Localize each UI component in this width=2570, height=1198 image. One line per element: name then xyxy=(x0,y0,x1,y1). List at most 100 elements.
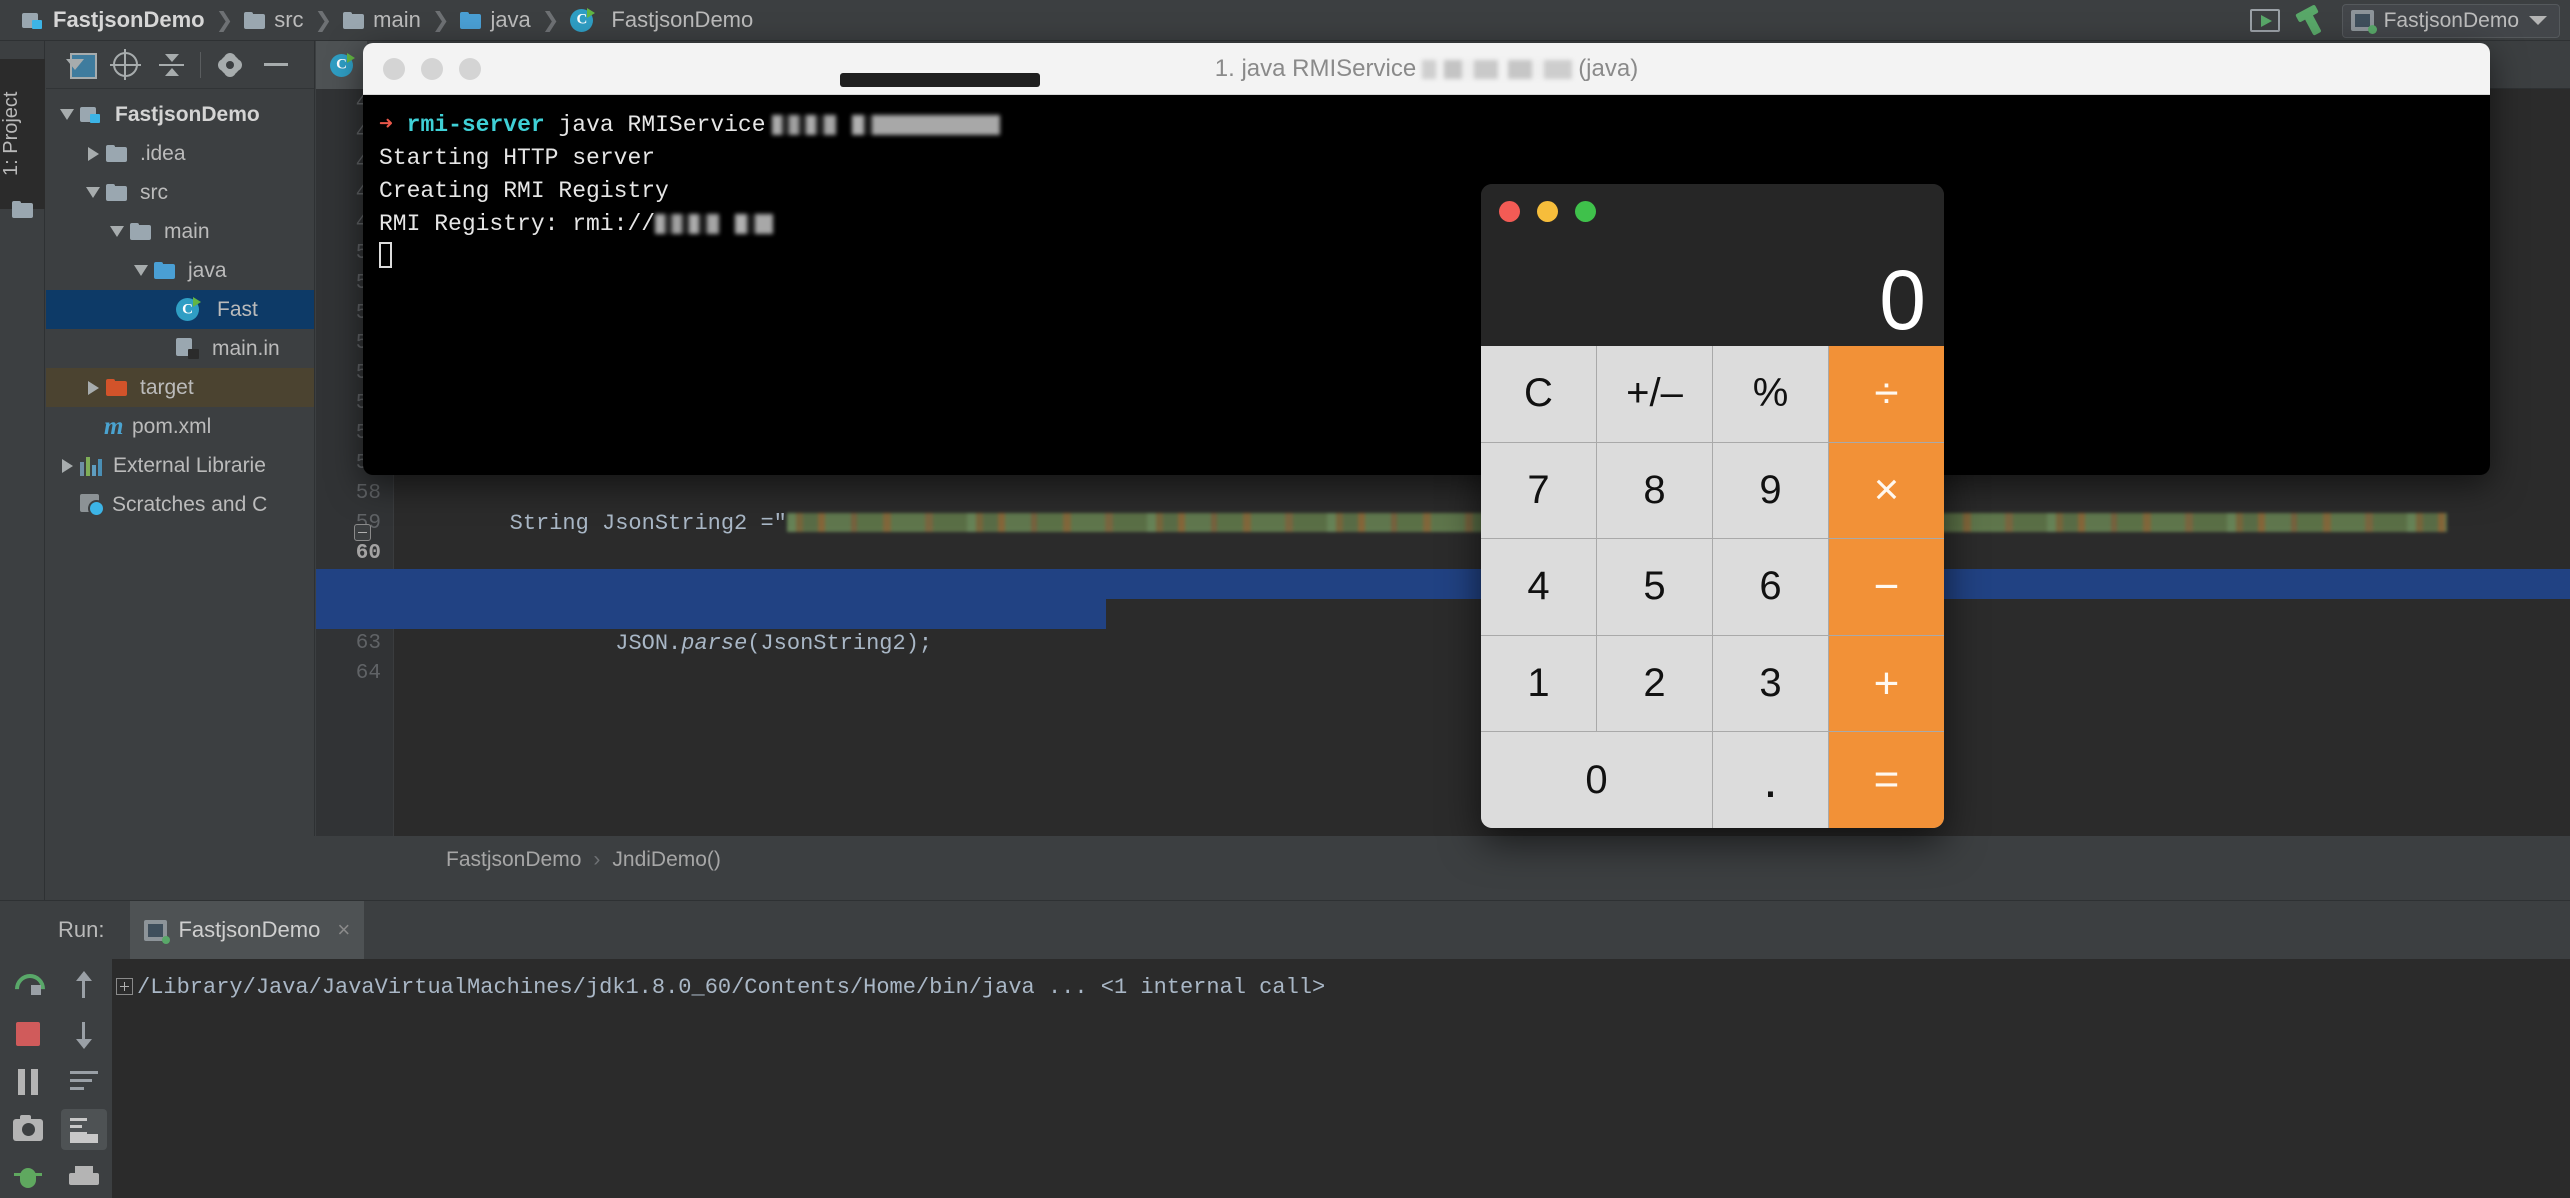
pause-icon[interactable] xyxy=(5,1061,51,1102)
calc-key-6[interactable]: 6 xyxy=(1713,539,1828,635)
breadcrumb-class[interactable]: FastjsonDemo xyxy=(446,848,581,872)
rerun-icon[interactable] xyxy=(5,965,51,1006)
calc-key-percent[interactable]: % xyxy=(1713,346,1828,442)
project-toolbar xyxy=(46,41,314,89)
calc-key-equals[interactable]: = xyxy=(1829,732,1944,828)
breadcrumb-item-project[interactable]: FastjsonDemo xyxy=(22,7,205,33)
twisty-expanded-icon[interactable] xyxy=(80,187,106,198)
tree-node-java[interactable]: java xyxy=(46,251,314,290)
twisty-collapsed-icon[interactable] xyxy=(80,146,106,161)
hammer-icon[interactable] xyxy=(2294,6,2328,36)
scroll-to-end-icon[interactable] xyxy=(61,1109,107,1150)
print-icon[interactable] xyxy=(61,1157,107,1198)
blurred-ip-address xyxy=(655,214,774,234)
tree-node-target[interactable]: target xyxy=(46,368,314,407)
editor-tab-fastjsondemo[interactable] xyxy=(316,41,367,89)
folder-icon xyxy=(130,223,151,240)
terminal-window[interactable]: 1. java RMIService (java) ➜ rmi-server ja… xyxy=(363,43,2490,475)
run-tab-fastjsondemo[interactable]: FastjsonDemo × xyxy=(130,901,365,959)
calc-key-2[interactable]: 2 xyxy=(1597,635,1712,732)
minimize-button[interactable] xyxy=(421,57,443,80)
window-controls xyxy=(383,57,481,80)
tree-node-idea[interactable]: .idea xyxy=(46,134,314,173)
terminal-prompt-line: ➜ rmi-server java RMIService xyxy=(379,109,2490,142)
tree-node-fastjsondemo[interactable]: FastjsonDemo xyxy=(46,95,314,134)
tree-node-src[interactable]: src xyxy=(46,173,314,212)
calc-key-add[interactable]: + xyxy=(1829,635,1944,732)
tree-node-scratches[interactable]: Scratches and C xyxy=(46,485,314,524)
close-icon[interactable]: × xyxy=(337,917,350,943)
twisty-expanded-icon[interactable] xyxy=(104,226,130,237)
calc-key-1[interactable]: 1 xyxy=(1481,635,1596,732)
calculator-title-bar[interactable]: 0 xyxy=(1481,184,1944,346)
zoom-button[interactable] xyxy=(1575,201,1596,222)
calc-key-3[interactable]: 3 xyxy=(1713,635,1828,732)
tree-node-pom[interactable]: m pom.xml xyxy=(46,407,314,446)
calc-key-7[interactable]: 7 xyxy=(1481,442,1596,539)
window-resize-handle[interactable] xyxy=(840,73,1040,87)
tree-node-label: main.in xyxy=(212,336,280,360)
terminal-title-suffix: (java) xyxy=(1578,54,1639,82)
tree-node-label: pom.xml xyxy=(132,414,212,438)
tree-node-label: src xyxy=(140,180,168,204)
breadcrumb-item-java[interactable]: java xyxy=(460,7,531,33)
tree-node-external-libraries[interactable]: External Librarie xyxy=(46,446,314,485)
close-button[interactable] xyxy=(1499,201,1520,222)
flatten-packages-icon[interactable] xyxy=(56,41,102,89)
terminal-output-line: Starting HTTP server xyxy=(379,145,656,171)
select-opened-file-icon[interactable] xyxy=(102,41,148,89)
soft-wrap-icon[interactable] xyxy=(61,1061,107,1102)
twisty-collapsed-icon[interactable] xyxy=(80,380,106,395)
fold-collapse-icon[interactable] xyxy=(354,524,371,541)
editor-breadcrumb: FastjsonDemo › JndiDemo() xyxy=(316,836,2570,884)
zoom-button[interactable] xyxy=(459,57,481,80)
twisty-expanded-icon[interactable] xyxy=(54,109,80,120)
run-icon[interactable] xyxy=(2249,9,2280,32)
calc-key-0[interactable]: 0 xyxy=(1481,732,1712,828)
calc-key-clear[interactable]: C xyxy=(1481,346,1596,442)
tree-node-label: Fast xyxy=(217,297,258,321)
breadcrumb-item-class[interactable]: FastjsonDemo xyxy=(570,7,753,33)
calc-key-5[interactable]: 5 xyxy=(1597,539,1712,635)
minimize-button[interactable] xyxy=(1537,201,1558,222)
run-configuration-selector[interactable]: FastjsonDemo xyxy=(2341,3,2560,38)
project-tree: FastjsonDemo .idea src main java C Fast … xyxy=(46,89,314,524)
calc-key-subtract[interactable]: − xyxy=(1829,539,1944,635)
tree-node-label: Scratches and C xyxy=(112,492,268,516)
twisty-expanded-icon[interactable] xyxy=(128,265,154,276)
stop-icon[interactable] xyxy=(5,1013,51,1054)
breadcrumb-item-main[interactable]: main xyxy=(343,7,421,33)
tree-node-main-iml[interactable]: main.in xyxy=(46,329,314,368)
hide-icon[interactable] xyxy=(253,41,299,89)
bug-icon[interactable] xyxy=(5,1157,51,1198)
scroll-down-icon[interactable] xyxy=(61,1013,107,1054)
run-console[interactable]: /Library/Java/JavaVirtualMachines/jdk1.8… xyxy=(112,959,2570,1198)
calc-key-sign[interactable]: +/– xyxy=(1597,346,1712,442)
scroll-up-icon[interactable] xyxy=(61,965,107,1006)
calc-key-divide[interactable]: ÷ xyxy=(1829,346,1944,442)
calc-key-4[interactable]: 4 xyxy=(1481,539,1596,635)
selection-highlight xyxy=(316,599,1106,629)
run-config-icon xyxy=(144,919,171,944)
calculator-window[interactable]: 0 C +/– % ÷ 7 8 9 × 4 5 6 − 1 2 3 + 0 . … xyxy=(1481,184,1944,828)
tree-node-main[interactable]: main xyxy=(46,212,314,251)
terminal-output[interactable]: ➜ rmi-server java RMIService Starting HT… xyxy=(363,95,2490,475)
sidebar-tab-project[interactable]: 1: Project xyxy=(0,59,45,209)
breadcrumb-method[interactable]: JndiDemo() xyxy=(612,848,721,872)
tree-node-fastjsondemo-class[interactable]: Fast xyxy=(46,290,314,329)
collapse-all-icon[interactable] xyxy=(148,41,194,89)
blurred-title-text xyxy=(1422,59,1573,79)
close-button[interactable] xyxy=(383,57,405,80)
settings-gear-icon[interactable] xyxy=(207,41,253,89)
terminal-title-bar[interactable]: 1. java RMIService (java) xyxy=(363,43,2490,95)
calc-key-9[interactable]: 9 xyxy=(1713,442,1828,539)
calc-key-decimal[interactable]: . xyxy=(1713,732,1828,828)
twisty-collapsed-icon[interactable] xyxy=(54,458,80,473)
terminal-title: 1. java RMIService (java) xyxy=(363,55,2490,83)
calc-key-multiply[interactable]: × xyxy=(1829,442,1944,539)
camera-icon[interactable] xyxy=(5,1109,51,1150)
expand-icon[interactable] xyxy=(116,978,133,995)
maven-m-icon: m xyxy=(104,412,124,440)
calc-key-8[interactable]: 8 xyxy=(1597,442,1712,539)
breadcrumb-item-src[interactable]: src xyxy=(244,7,304,33)
